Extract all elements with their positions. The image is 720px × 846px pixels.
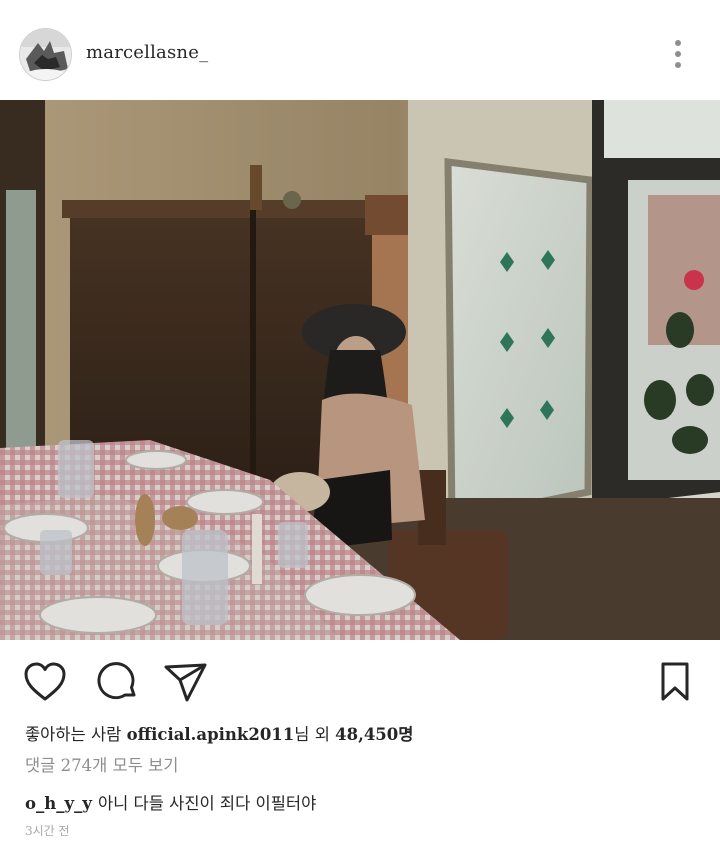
view-all-comments-link[interactable]: 댓글 274개 모두 보기 (25, 752, 179, 776)
comment-text: 아니 다들 사진이 죄다 이필터야 (97, 794, 317, 813)
post-photo[interactable] (0, 100, 720, 640)
paper-plane-icon (164, 663, 207, 702)
post-header: marcellasne_ (0, 0, 720, 100)
likes-username[interactable]: official.apink2011 (127, 725, 295, 744)
restaurant-photo (0, 100, 720, 640)
dot (675, 51, 681, 57)
comment-button[interactable] (94, 659, 140, 705)
post-username[interactable]: marcellasne_ (86, 42, 208, 63)
heart-icon (24, 662, 66, 701)
dot (675, 62, 681, 68)
comment-username[interactable]: o_h_y_y (25, 794, 92, 813)
post-timestamp: 3시간 전 (25, 824, 70, 838)
save-button[interactable] (652, 659, 698, 705)
share-button[interactable] (163, 659, 209, 705)
likes-summary[interactable]: 좋아하는 사람 official.apink2011님 외 48,450명 (25, 721, 413, 745)
comment-item: o_h_y_y 아니 다들 사진이 죄다 이필터야 (25, 790, 316, 814)
like-button[interactable] (22, 659, 68, 705)
likes-count[interactable]: 48,450명 (335, 725, 413, 744)
avatar[interactable] (19, 28, 72, 81)
comment-bubble-icon (97, 662, 136, 700)
three-dots-vertical-icon (675, 40, 681, 46)
more-options-button[interactable] (664, 36, 692, 72)
likes-middle: 님 외 (294, 725, 330, 744)
bookmark-icon (661, 662, 689, 701)
likes-prefix: 좋아하는 사람 (25, 725, 122, 744)
profile-photo-icon (20, 29, 71, 80)
